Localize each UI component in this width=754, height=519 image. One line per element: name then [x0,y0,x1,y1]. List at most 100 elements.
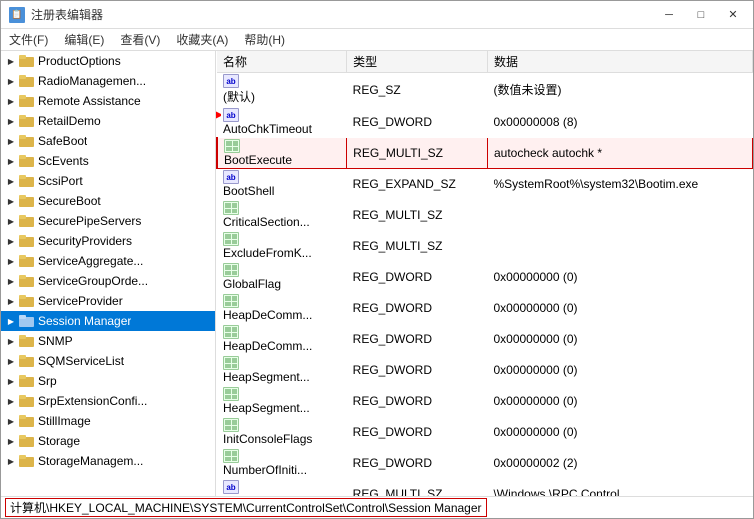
maximize-button[interactable]: □ [685,1,717,29]
expand-arrow-icon: ▶ [5,255,17,267]
tree-item-label: ServiceAggregate... [38,254,143,268]
cell-type: REG_MULTI_SZ [347,479,488,497]
tree-item-19[interactable]: ▶ Storage [1,431,215,451]
tree-item-1[interactable]: ▶ RadioManagemen... [1,71,215,91]
folder-icon [19,254,35,268]
table-row[interactable]: ExcludeFromK...REG_MULTI_SZ [217,231,753,262]
table-row[interactable]: HeapDeComm...REG_DWORD0x00000000 (0) [217,293,753,324]
menu-item-f[interactable]: 文件(F) [1,29,56,50]
tree-item-8[interactable]: ▶ SecurePipeServers [1,211,215,231]
expand-arrow-icon: ▶ [5,295,17,307]
table-row[interactable]: ab BootShellREG_EXPAND_SZ%SystemRoot%\sy… [217,169,753,200]
table-row[interactable]: GlobalFlagREG_DWORD0x00000000 (0) [217,262,753,293]
cell-name: ab ObjectDirector... [217,479,347,497]
tree-item-12[interactable]: ▶ ServiceProvider [1,291,215,311]
table-row[interactable]: ab ObjectDirector...REG_MULTI_SZ\Windows… [217,479,753,497]
cell-data [487,231,752,262]
table-row[interactable]: ab (默认)REG_SZ(数值未设置) [217,73,753,107]
folder-icon [19,434,35,448]
expand-arrow-icon: ▶ [5,235,17,247]
menu-item-h[interactable]: 帮助(H) [236,29,293,50]
reg-grid-icon [223,418,239,432]
cell-type: REG_DWORD [347,293,488,324]
expand-arrow-icon: ▶ [5,195,17,207]
table-row[interactable]: CriticalSection...REG_MULTI_SZ [217,200,753,231]
cell-name: BootExecute [217,138,347,169]
cell-type: REG_DWORD [347,417,488,448]
expand-arrow-icon: ▶ [5,435,17,447]
title-bar-left: 📋 注册表编辑器 [9,6,103,23]
expand-arrow-icon: ▶ [5,155,17,167]
cell-data: 0x00000002 (2) [487,448,752,479]
cell-type: REG_DWORD [347,448,488,479]
tree-item-14[interactable]: ▶ SNMP [1,331,215,351]
cell-name: HeapSegment... [217,355,347,386]
tree-item-9[interactable]: ▶ SecurityProviders [1,231,215,251]
cell-name: HeapDeComm... [217,293,347,324]
reg-grid-icon [224,139,240,153]
tree-item-2[interactable]: ▶ Remote Assistance [1,91,215,111]
registry-tree[interactable]: ▶ ProductOptions▶ RadioManagemen...▶ Rem… [1,51,216,496]
right-panel-wrapper: 名称 类型 数据 ab (默认)REG_SZ(数值未设置)ab AutoChkT… [216,51,753,496]
reg-grid-icon [223,356,239,370]
tree-item-0[interactable]: ▶ ProductOptions [1,51,215,71]
registry-values[interactable]: 名称 类型 数据 ab (默认)REG_SZ(数值未设置)ab AutoChkT… [216,51,753,496]
folder-icon [19,294,35,308]
tree-item-label: SecurePipeServers [38,214,141,228]
cell-type: REG_DWORD [347,386,488,417]
table-row[interactable]: BootExecuteREG_MULTI_SZautocheck autochk… [217,138,753,169]
table-row[interactable]: InitConsoleFlagsREG_DWORD0x00000000 (0) [217,417,753,448]
reg-ab-icon: ab [223,170,239,184]
folder-icon [19,194,35,208]
tree-item-17[interactable]: ▶ SrpExtensionConfi... [1,391,215,411]
tree-item-label: ScsiPort [38,174,83,188]
cell-data: 0x00000000 (0) [487,355,752,386]
tree-item-11[interactable]: ▶ ServiceGroupOrde... [1,271,215,291]
tree-item-10[interactable]: ▶ ServiceAggregate... [1,251,215,271]
folder-icon [19,394,35,408]
reg-grid-icon [223,449,239,463]
tree-item-6[interactable]: ▶ ScsiPort [1,171,215,191]
tree-item-13[interactable]: ▶ Session Manager [1,311,215,331]
menu-item-e[interactable]: 编辑(E) [56,29,112,50]
folder-icon [19,114,35,128]
expand-arrow-icon: ▶ [5,115,17,127]
cell-data: \Windows \RPC Control [487,479,752,497]
tree-item-5[interactable]: ▶ ScEvents [1,151,215,171]
tree-item-16[interactable]: ▶ Srp [1,371,215,391]
cell-data: 0x00000000 (0) [487,293,752,324]
cell-data: (数值未设置) [487,73,752,107]
folder-icon [19,94,35,108]
tree-item-4[interactable]: ▶ SafeBoot [1,131,215,151]
statusbar-path: 计算机\HKEY_LOCAL_MACHINE\SYSTEM\CurrentCon… [5,498,487,517]
tree-item-label: SNMP [38,334,73,348]
table-row[interactable]: HeapSegment...REG_DWORD0x00000000 (0) [217,386,753,417]
reg-grid-icon [223,201,239,215]
table-row[interactable]: HeapDeComm...REG_DWORD0x00000000 (0) [217,324,753,355]
cell-type: REG_DWORD [347,107,488,138]
cell-name: GlobalFlag [217,262,347,293]
minimize-button[interactable]: ─ [653,1,685,29]
window-title: 注册表编辑器 [31,6,103,23]
table-row[interactable]: ab AutoChkTimeoutREG_DWORD0x00000008 (8) [217,107,753,138]
tree-item-20[interactable]: ▶ StorageManagem... [1,451,215,471]
folder-icon [19,314,35,328]
tree-item-18[interactable]: ▶ StillImage [1,411,215,431]
tree-item-3[interactable]: ▶ RetailDemo [1,111,215,131]
main-area: ▶ ProductOptions▶ RadioManagemen...▶ Rem… [1,51,753,496]
table-row[interactable]: NumberOfIniti...REG_DWORD0x00000002 (2) [217,448,753,479]
menu-item-a[interactable]: 收藏夹(A) [168,29,236,50]
cell-type: REG_MULTI_SZ [347,200,488,231]
tree-item-15[interactable]: ▶ SQMServiceList [1,351,215,371]
folder-icon [19,454,35,468]
menu-item-v[interactable]: 查看(V) [112,29,168,50]
folder-icon [19,74,35,88]
close-button[interactable]: ✕ [717,1,749,29]
reg-grid-icon [223,232,239,246]
tree-item-7[interactable]: ▶ SecureBoot [1,191,215,211]
reg-grid-icon [223,387,239,401]
expand-arrow-icon: ▶ [5,95,17,107]
table-header-row: 名称 类型 数据 [217,51,753,73]
expand-arrow-icon: ▶ [5,355,17,367]
table-row[interactable]: HeapSegment...REG_DWORD0x00000000 (0) [217,355,753,386]
